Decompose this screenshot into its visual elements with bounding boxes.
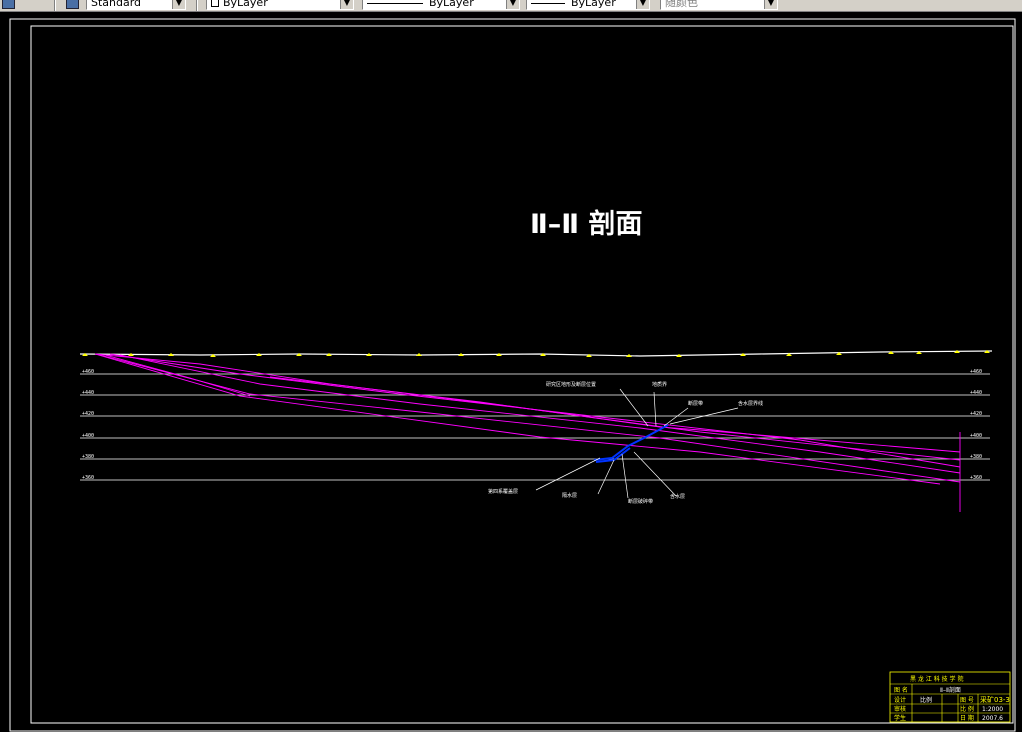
model-space[interactable]: Ⅱ–Ⅱ 剖面 +460 +440 +420 +400 +380 +360 +46… — [0, 12, 1022, 732]
linetype-preview-icon — [367, 2, 423, 4]
stratum-line — [94, 353, 961, 461]
elevation-label: +360 — [82, 475, 94, 481]
title-block-label: 比 例 — [960, 705, 974, 713]
elevation-label: +420 — [82, 411, 94, 417]
color-swatch-icon — [211, 0, 219, 7]
lineweight-preview-icon — [531, 2, 565, 4]
elevation-label: +380 — [82, 454, 94, 460]
text-style-icon[interactable] — [66, 0, 79, 9]
callout-label: 含水层 — [670, 493, 685, 500]
outer-frame — [9, 18, 1016, 732]
properties-toolbar: Standard ▼ ByLayer ▼ ByLayer ▼ ByLayer ▼… — [0, 0, 1022, 12]
toolbar-separator — [54, 0, 56, 11]
elevation-label: +380 — [970, 454, 982, 460]
layer-value: ByLayer — [223, 0, 268, 9]
chevron-down-icon[interactable]: ▼ — [636, 0, 649, 9]
toolbar-separator — [196, 0, 198, 11]
school-name: 黑 龙 江 科 技 学 院 — [910, 675, 963, 683]
callout-label: 研究区地形及断层位置 — [546, 381, 596, 388]
title-block-label: 图 号 — [960, 697, 974, 704]
elevation-label: +460 — [82, 369, 94, 375]
title-block: 黑 龙 江 科 技 学 院 图 名 Ⅱ–Ⅱ剖面 设计 比例 图 号 采矿03-3… — [889, 671, 1011, 723]
elevation-label: +400 — [82, 433, 94, 439]
chevron-down-icon[interactable]: ▼ — [340, 0, 353, 9]
chevron-down-icon[interactable]: ▼ — [172, 0, 185, 9]
plot-style-value: 随颜色 — [665, 0, 698, 9]
drawing-number: 采矿03-3 — [980, 695, 1010, 704]
ground-surface-line — [79, 350, 993, 357]
callout-label: 地质界 — [652, 381, 667, 388]
elevation-grid — [80, 373, 990, 481]
strata-lines — [94, 353, 961, 512]
section-title: Ⅱ–Ⅱ 剖面 — [530, 208, 642, 240]
title-block-label: 日 期 — [960, 714, 974, 722]
linetype-dropdown[interactable]: ByLayer ▼ — [362, 0, 520, 10]
elevation-label: +360 — [970, 475, 982, 481]
callout-label: 含水层界线 — [738, 400, 763, 407]
layer-dropdown[interactable]: ByLayer ▼ — [206, 0, 354, 10]
callout-label: 隔水层 — [562, 492, 577, 499]
linetype-value: ByLayer — [429, 0, 474, 9]
title-block-label: 比例 — [920, 696, 932, 704]
drawing-canvas[interactable]: Ⅱ–Ⅱ 剖面 +460 +440 +420 +400 +380 +360 +46… — [0, 12, 1022, 732]
callout-label: 第四系覆盖层 — [488, 488, 518, 495]
toolbar-grip-icon[interactable] — [2, 0, 15, 9]
title-block-label: 设计 — [894, 696, 906, 704]
date-value: 2007.6 — [982, 715, 1003, 722]
chevron-down-icon[interactable]: ▼ — [506, 0, 519, 9]
lineweight-dropdown[interactable]: ByLayer ▼ — [526, 0, 650, 10]
drawing-name: Ⅱ–Ⅱ剖面 — [940, 686, 961, 694]
text-style-value: Standard — [91, 0, 142, 9]
elevation-label: +420 — [970, 411, 982, 417]
text-style-dropdown[interactable]: Standard ▼ — [86, 0, 186, 10]
plot-style-dropdown[interactable]: 随颜色 ▼ — [660, 0, 778, 10]
elevation-label: +440 — [82, 390, 94, 396]
title-block-label: 图 名 — [894, 686, 908, 694]
stratum-line — [94, 353, 941, 485]
elevation-label: +400 — [970, 433, 982, 439]
lineweight-value: ByLayer — [571, 0, 616, 9]
chevron-down-icon[interactable]: ▼ — [764, 0, 777, 9]
scale-value: 1:2000 — [982, 706, 1003, 713]
title-block-label: 审核 — [894, 705, 906, 713]
title-block-label: 学生 — [894, 714, 906, 722]
leader-lines — [535, 388, 739, 499]
elevation-label: +460 — [970, 369, 982, 375]
elevation-label: +440 — [970, 390, 982, 396]
callout-label: 断层带 — [688, 400, 703, 407]
stratum-line — [109, 353, 961, 468]
callout-label: 断层破碎带 — [628, 498, 653, 505]
stratum-line — [119, 354, 961, 474]
